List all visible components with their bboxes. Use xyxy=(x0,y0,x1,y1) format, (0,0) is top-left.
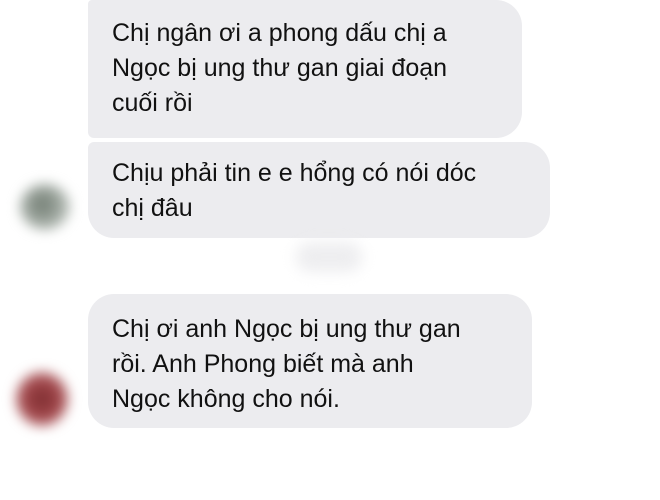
message-3-line-1: Chị ơi anh Ngọc bị ung thư gan xyxy=(112,315,461,343)
sender-avatar-blurred[interactable] xyxy=(20,184,70,230)
message-bubble-2[interactable]: Chịu phải tin e e hổng có nói dóc chị đâ… xyxy=(88,142,550,238)
message-1-line-2: Ngọc bị ung thư gan giai đoạn xyxy=(112,54,448,82)
message-3-line-3: Ngọc không cho nói. xyxy=(112,385,340,413)
blurred-timestamp xyxy=(296,242,362,272)
sender-avatar-blurred[interactable] xyxy=(16,372,68,426)
message-bubble-3[interactable]: Chị ơi anh Ngọc bị ung thư gan rồi. Anh … xyxy=(88,294,532,428)
message-bubble-1[interactable]: Chị ngân ơi a phong dấu chị a Ngọc bị un… xyxy=(88,0,522,138)
message-1-line-1: Chị ngân ơi a phong dấu chị a xyxy=(112,19,447,47)
message-2-line-1: Chịu phải tin e e hổng có nói dóc xyxy=(112,159,477,187)
message-2-line-2: chị đâu xyxy=(112,194,193,222)
message-3-line-2: rồi. Anh Phong biết mà anh xyxy=(112,350,414,378)
message-1-line-3: cuối rồi xyxy=(112,89,193,117)
